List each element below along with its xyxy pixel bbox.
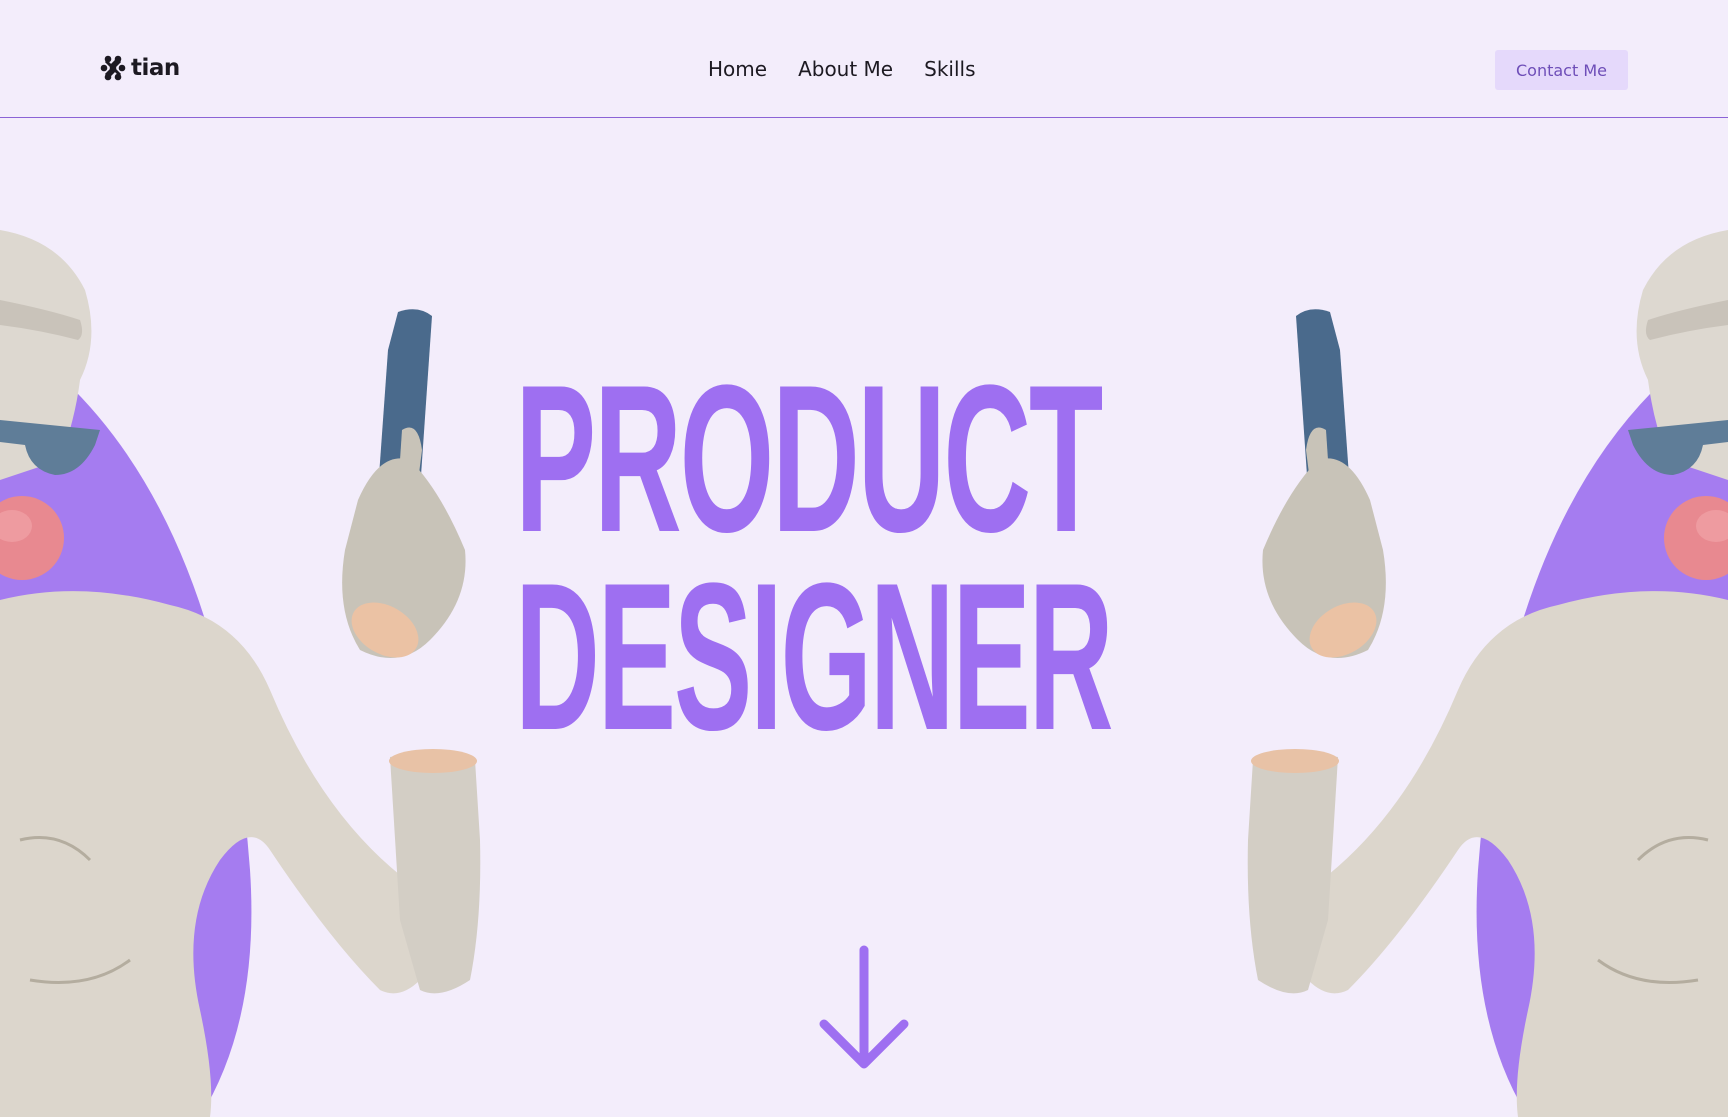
arrow-down-icon[interactable] xyxy=(816,944,912,1072)
hero-title: PRODUCT DESIGNER xyxy=(515,341,1215,774)
nav-skills[interactable]: Skills xyxy=(924,56,975,82)
main-nav: Home About Me Skills xyxy=(708,56,976,82)
nav-home[interactable]: Home xyxy=(708,56,767,82)
right-statue-artwork xyxy=(1247,230,1728,1117)
header: tian Home About Me Skills Contact Me xyxy=(0,0,1728,118)
left-statue-artwork xyxy=(0,230,481,1117)
hero-title-line2: DESIGNER xyxy=(515,539,1114,774)
contact-me-button[interactable]: Contact Me xyxy=(1495,50,1628,90)
logo-mark-icon xyxy=(100,55,126,81)
logo[interactable]: tian xyxy=(99,54,180,82)
hero-title-line1: PRODUCT xyxy=(515,341,1103,576)
nav-about-me[interactable]: About Me xyxy=(798,56,893,82)
page: tian Home About Me Skills Contact Me PRO… xyxy=(0,0,1728,1117)
logo-text: tian xyxy=(131,55,180,81)
